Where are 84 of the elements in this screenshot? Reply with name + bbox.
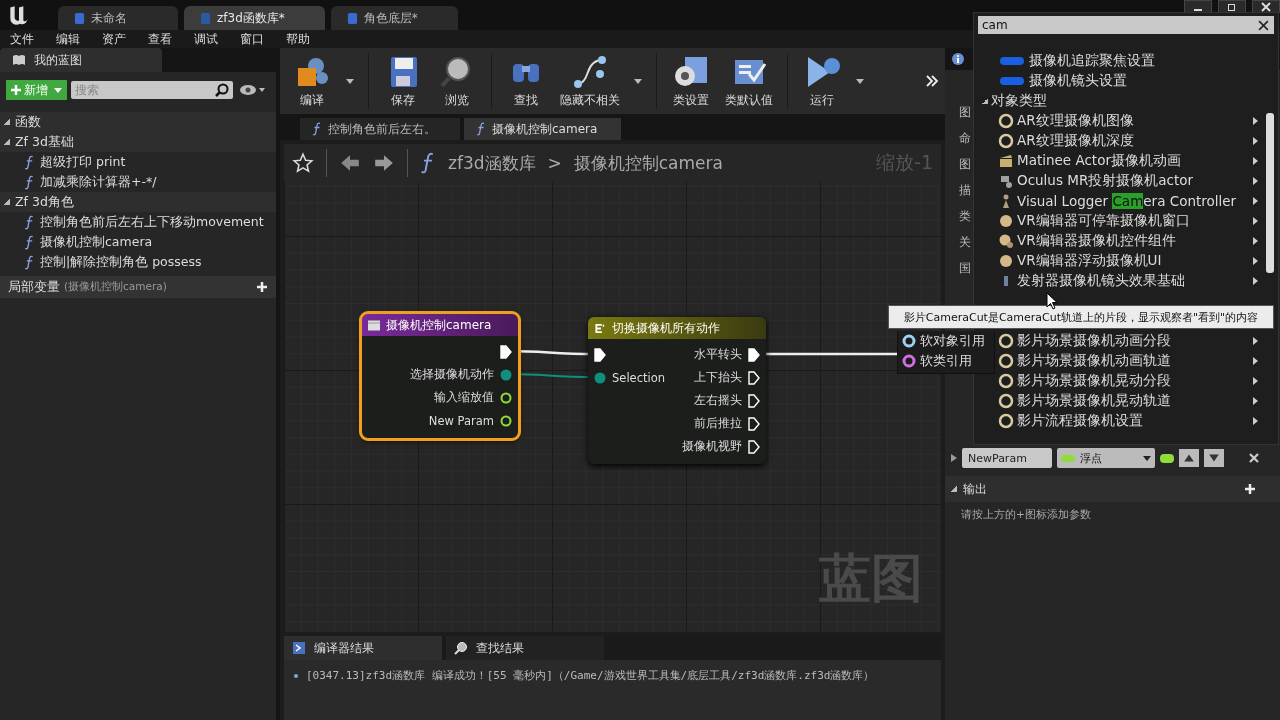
panel-tab[interactable]: 我的蓝图 xyxy=(0,48,162,72)
parameter-name-field[interactable]: NewParam xyxy=(962,448,1052,468)
category-row[interactable]: 函数 xyxy=(0,112,276,132)
tooltip: 影片CameraCut是CameraCut轨道上的片段，显示观察者"看到"的内容 xyxy=(888,305,1274,329)
pin-label: Selection xyxy=(612,370,665,385)
breadcrumb-separator: > xyxy=(547,153,562,173)
type-option[interactable]: 影片流程摄像机设置 xyxy=(1017,412,1143,430)
section-context: (摄像机控制camera) xyxy=(64,280,168,294)
pin-label: New Param xyxy=(428,413,494,428)
window-tab[interactable]: zf3d函数库* xyxy=(184,6,325,30)
details-label: 类 xyxy=(959,208,971,224)
details-label: 国 xyxy=(959,260,971,276)
type-option[interactable]: VR编辑器浮动摄像机UI xyxy=(1017,252,1162,270)
menu-item[interactable]: 查看 xyxy=(148,30,172,48)
toolbar-button[interactable]: 类默认值 xyxy=(719,53,779,109)
graph-node[interactable]: 切换摄像机所有动作 水平转头 Selection 上下抬头 左右摇头 前后推拉 摄像机视野 xyxy=(588,317,766,464)
category-row[interactable]: Zf 3d角色 xyxy=(0,192,276,212)
node-title: 切换摄像机所有动作 xyxy=(612,319,720,337)
type-option[interactable]: VR编辑器摄像机控件组件 xyxy=(1017,232,1176,250)
type-option[interactable]: AR纹理摄像机图像 xyxy=(1017,112,1134,130)
function-item[interactable]: 控制角色前后左右上下移动movement xyxy=(40,213,264,231)
menu-item[interactable]: 文件 xyxy=(10,30,34,48)
type-option[interactable]: VR编辑器可停靠摄像机窗口 xyxy=(1017,212,1190,230)
window-tab[interactable]: 角色底层* xyxy=(330,6,458,30)
toolbar-button[interactable]: 编译 xyxy=(286,53,338,109)
pin-label: 上下抬头 xyxy=(694,370,742,385)
type-dropdown[interactable]: 浮点 xyxy=(1057,448,1155,468)
menu-item[interactable]: 调试 xyxy=(194,30,218,48)
toolbar-button[interactable]: 运行 xyxy=(796,53,848,109)
pin-label: 左右摇头 xyxy=(694,393,742,408)
type-option[interactable]: AR纹理摄像机深度 xyxy=(1017,132,1134,150)
toolbar-button[interactable]: 保存 xyxy=(377,53,429,109)
type-option[interactable]: Matinee Actor摄像机动画 xyxy=(1017,152,1181,170)
breadcrumb-current: 摄像机控制camera xyxy=(573,151,723,175)
menu-item[interactable]: 帮助 xyxy=(286,30,310,48)
pin-label: 前后推拉 xyxy=(694,416,742,431)
document-tab[interactable]: 摄像机控制camera xyxy=(464,118,622,140)
search-field[interactable]: 搜索 xyxy=(71,81,233,99)
node-title: 摄像机控制camera xyxy=(386,316,492,334)
details-label: 图 xyxy=(959,104,971,120)
log-message: [0347.13]zf3d涵数库 编译成功！[55 毫秒内]（/Game/游戏世界工具集/底层工具/zf3d涵数库.zf3d涵数库） xyxy=(306,668,875,683)
type-option[interactable]: Visual Logger Camera Controller xyxy=(1017,193,1237,209)
category-label: 函数 xyxy=(15,113,41,131)
section-header: 输出 xyxy=(963,480,987,498)
function-item[interactable]: 摄像机控制camera xyxy=(40,233,153,251)
function-item[interactable]: 控制|解除控制角色 possess xyxy=(40,253,202,271)
pin-label: 摄像机视野 xyxy=(682,439,742,454)
category-label: Zf 3d角色 xyxy=(15,193,74,211)
section-label: 局部变量 xyxy=(8,278,60,296)
type-option[interactable]: 影片场景摄像机晃动轨道 xyxy=(1017,392,1171,410)
graph-node[interactable]: 摄像机控制camera 选择摄像机动作 输入缩放值 New Param xyxy=(362,314,518,438)
toolbar-button[interactable]: 隐藏不相关 xyxy=(554,53,626,109)
pin-label: 选择摄像机动作 xyxy=(410,367,494,382)
function-item[interactable]: 加减乘除计算器+-*/ xyxy=(40,173,157,191)
type-option[interactable]: 摄像机镜头设置 xyxy=(1029,72,1127,90)
toolbar-button[interactable]: 类设置 xyxy=(665,53,717,109)
hint-text: 请按上方的+图标添加参数 xyxy=(960,507,1092,522)
document-tab[interactable]: 控制角色前后左右。 xyxy=(300,118,460,140)
function-item[interactable]: 超级打印 print xyxy=(40,153,126,171)
details-label: 图 xyxy=(959,156,971,172)
details-label: 命 xyxy=(959,130,971,146)
breadcrumb-link[interactable]: zf3d涵数库 xyxy=(448,151,536,175)
menu-item[interactable]: 窗口 xyxy=(240,30,264,48)
search-field[interactable]: cam xyxy=(978,16,1274,34)
category-label[interactable]: 对象类型 xyxy=(991,92,1047,110)
results-tab[interactable]: 查找结果 xyxy=(446,636,604,660)
details-label: 描 xyxy=(959,182,971,198)
toolbar-button[interactable]: 查找 xyxy=(500,53,552,109)
window-tab[interactable]: 未命名 xyxy=(58,6,178,30)
toolbar-button[interactable]: 浏览 xyxy=(431,53,483,109)
pin-label: 输入缩放值 xyxy=(434,390,494,405)
type-option[interactable]: Oculus MR投射摄像机actor xyxy=(1017,172,1194,190)
menu-item[interactable]: 编辑 xyxy=(56,30,80,48)
type-option[interactable]: 摄像机追踪聚焦设置 xyxy=(1029,52,1155,70)
type-option[interactable]: 影片场景摄像机动画轨道 xyxy=(1017,352,1171,370)
type-option[interactable]: 发射器摄像机镜头效果基础 xyxy=(1017,272,1185,290)
details-label: 关 xyxy=(959,234,971,250)
category-label: Zf 3d基础 xyxy=(15,133,74,151)
type-option[interactable]: 影片场景摄像机动画分段 xyxy=(1017,332,1171,350)
menu-item[interactable]: 资产 xyxy=(102,30,126,48)
type-option[interactable]: 影片场景摄像机晃动分段 xyxy=(1017,372,1171,390)
category-row[interactable]: Zf 3d基础 xyxy=(0,132,276,152)
results-tab[interactable]: 编译器结果 xyxy=(284,636,442,660)
pin-label: 水平转头 xyxy=(694,347,742,362)
